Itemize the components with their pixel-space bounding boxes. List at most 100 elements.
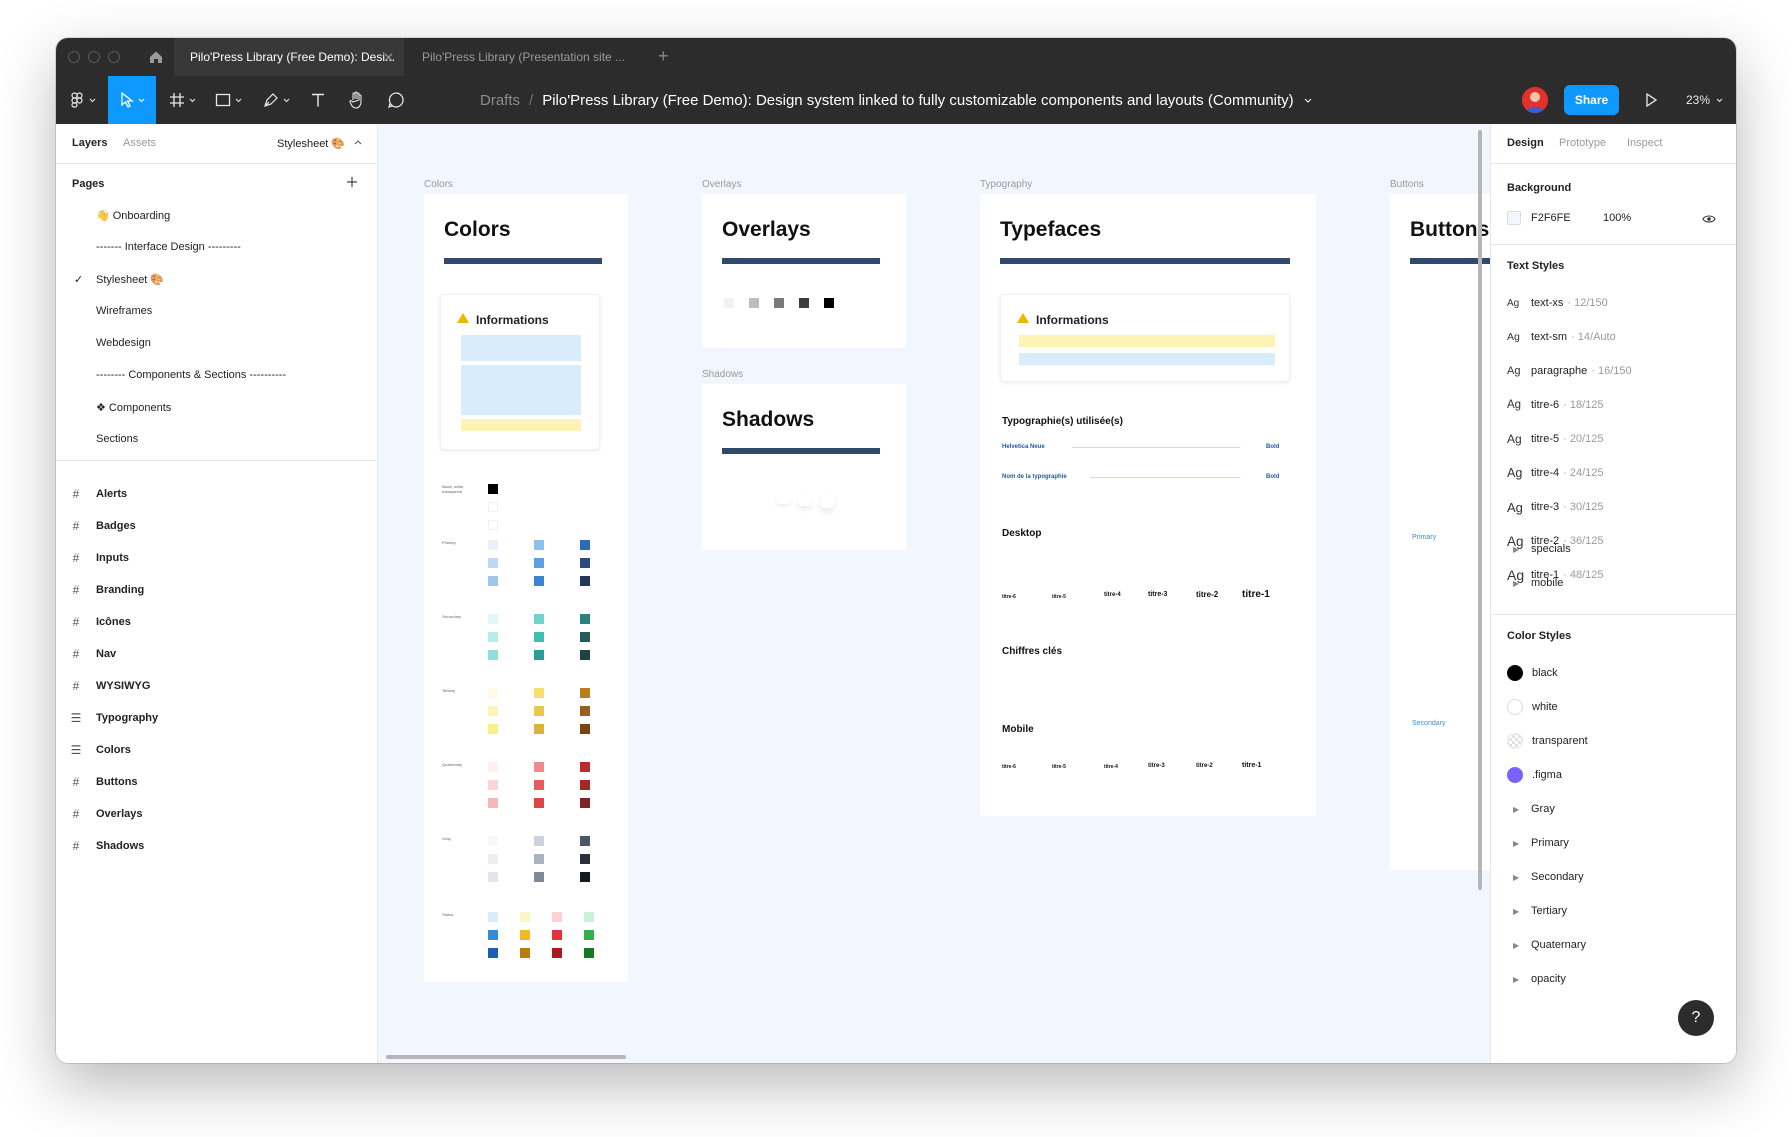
page-item-wireframes[interactable]: Wireframes bbox=[96, 305, 152, 317]
maximize-window-button[interactable] bbox=[108, 51, 120, 63]
home-icon[interactable] bbox=[146, 47, 166, 67]
text-tool-button[interactable] bbox=[302, 76, 334, 124]
frame-label-colors[interactable]: Colors bbox=[424, 179, 453, 190]
page-selector[interactable]: Stylesheet 🎨 bbox=[277, 137, 345, 150]
tab-assets[interactable]: Assets bbox=[123, 137, 156, 149]
color-swatch bbox=[488, 854, 498, 864]
chevron-down-icon[interactable] bbox=[1304, 98, 1312, 103]
buttons-frame[interactable]: Buttons Primary Secondary bbox=[1390, 194, 1490, 870]
overlays-frame[interactable]: Overlays bbox=[702, 194, 906, 348]
comment-tool-button[interactable] bbox=[380, 76, 412, 124]
colors-frame[interactable]: Colors Informations Black, white, transp… bbox=[424, 194, 628, 982]
mobile-title-sample: titre-5 bbox=[1052, 764, 1066, 770]
text-style-group[interactable]: ▶ specials bbox=[1507, 540, 1571, 558]
tab-design[interactable]: Design bbox=[1507, 137, 1544, 149]
text-style-group[interactable]: ▶ mobile bbox=[1507, 574, 1563, 592]
layer-item-alerts[interactable]: # Alerts bbox=[56, 480, 377, 508]
text-style-item[interactable]: Ag titre-4 · 24/125 bbox=[1507, 464, 1604, 482]
layer-item-colors[interactable]: ☰ Colors bbox=[56, 736, 377, 764]
layer-item-badges[interactable]: # Badges bbox=[56, 512, 377, 540]
color-style-item[interactable]: .figma bbox=[1507, 766, 1562, 784]
close-window-button[interactable] bbox=[68, 51, 80, 63]
info-block bbox=[461, 335, 581, 361]
pen-tool-button[interactable] bbox=[254, 76, 298, 124]
chevron-up-icon[interactable] bbox=[354, 140, 362, 145]
help-button[interactable]: ? bbox=[1678, 1000, 1714, 1036]
tab-presentation-file[interactable]: Pilo'Press Library (Presentation site ..… bbox=[406, 38, 646, 76]
text-style-item[interactable]: Ag titre-6 · 18/125 bbox=[1507, 396, 1604, 414]
color-style-group[interactable]: ▶ Gray bbox=[1507, 800, 1555, 818]
layer-item-buttons[interactable]: # Buttons bbox=[56, 768, 377, 796]
page-item-components-sections[interactable]: -------- Components & Sections ---------… bbox=[96, 369, 286, 381]
page-item-webdesign[interactable]: Webdesign bbox=[96, 337, 151, 349]
shape-tool-button[interactable] bbox=[206, 76, 250, 124]
color-style-group[interactable]: ▶ Secondary bbox=[1507, 868, 1584, 886]
text-style-item[interactable]: Ag titre-5 · 20/125 bbox=[1507, 430, 1604, 448]
layer-item-overlays[interactable]: # Overlays bbox=[56, 800, 377, 828]
page-item-sections[interactable]: Sections bbox=[96, 433, 138, 445]
page-item-components[interactable]: ❖ Components bbox=[96, 401, 171, 414]
add-page-icon[interactable] bbox=[346, 176, 358, 188]
typography-frame[interactable]: Typefaces Informations Typographie(s) ut… bbox=[980, 194, 1316, 816]
text-style-preview-icon: Ag bbox=[1507, 399, 1522, 411]
move-tool-button[interactable] bbox=[108, 76, 156, 124]
present-play-icon[interactable] bbox=[1644, 91, 1658, 109]
text-style-item[interactable]: Ag text-xs · 12/150 bbox=[1507, 294, 1608, 312]
main-menu-button[interactable] bbox=[62, 76, 102, 124]
layer-item-nav[interactable]: # Nav bbox=[56, 640, 377, 668]
background-hex-input[interactable]: F2F6FE bbox=[1531, 212, 1571, 224]
color-style-item[interactable]: black bbox=[1507, 664, 1558, 682]
breadcrumb-separator: / bbox=[529, 91, 534, 109]
layer-item-typography[interactable]: ☰ Typography bbox=[56, 704, 377, 732]
hand-tool-button[interactable] bbox=[340, 76, 372, 124]
color-style-group[interactable]: ▶ Quaternary bbox=[1507, 936, 1586, 954]
avatar[interactable] bbox=[1522, 87, 1548, 113]
tab-inspect[interactable]: Inspect bbox=[1627, 137, 1662, 149]
canvas[interactable]: Colors Colors Informations Black, white,… bbox=[378, 124, 1490, 1063]
frame-label-buttons[interactable]: Buttons bbox=[1390, 179, 1424, 190]
layer-label: Colors bbox=[96, 744, 131, 756]
color-style-name: .figma bbox=[1532, 769, 1562, 781]
background-color-swatch[interactable] bbox=[1507, 211, 1521, 225]
color-style-item[interactable]: white bbox=[1507, 698, 1558, 716]
close-tab-icon[interactable]: ✕ bbox=[383, 50, 394, 66]
layer-item-shadows[interactable]: # Shadows bbox=[56, 832, 377, 860]
frame-label-typography[interactable]: Typography bbox=[980, 179, 1032, 190]
layer-item-wysiwyg[interactable]: # WYSIWYG bbox=[56, 672, 377, 700]
info-block bbox=[1019, 353, 1275, 365]
shadows-frame[interactable]: Shadows bbox=[702, 384, 906, 550]
share-button[interactable]: Share bbox=[1564, 85, 1619, 115]
frame-label-overlays[interactable]: Overlays bbox=[702, 179, 741, 190]
layer-item-inputs[interactable]: # Inputs bbox=[56, 544, 377, 572]
frame-label-shadows[interactable]: Shadows bbox=[702, 369, 743, 380]
new-tab-button[interactable]: + bbox=[658, 46, 669, 67]
page-item-interface-design[interactable]: ------- Interface Design --------- bbox=[96, 241, 241, 253]
layer-item-branding[interactable]: # Branding bbox=[56, 576, 377, 604]
eye-icon[interactable] bbox=[1702, 214, 1716, 224]
horizontal-scrollbar[interactable] bbox=[386, 1055, 626, 1059]
color-style-group[interactable]: ▶ Tertiary bbox=[1507, 902, 1567, 920]
file-name[interactable]: Pilo'Press Library (Free Demo): Design s… bbox=[542, 92, 1293, 109]
tab-layers[interactable]: Layers bbox=[72, 137, 107, 149]
rectangle-icon bbox=[215, 93, 230, 107]
text-style-item[interactable]: Ag paragraphe · 16/150 bbox=[1507, 362, 1632, 380]
color-style-group[interactable]: ▶ Primary bbox=[1507, 834, 1569, 852]
page-item-stylesheet[interactable]: Stylesheet 🎨 bbox=[96, 273, 164, 286]
chevron-right-icon: ▶ bbox=[1513, 940, 1520, 950]
layer-item-icones[interactable]: # Icônes bbox=[56, 608, 377, 636]
drafts-link[interactable]: Drafts bbox=[480, 92, 520, 109]
text-style-item[interactable]: Ag text-sm · 14/Auto bbox=[1507, 328, 1616, 346]
background-opacity-input[interactable]: 100% bbox=[1603, 212, 1631, 224]
tab-active-file[interactable]: Pilo'Press Library (Free Demo): Desi... … bbox=[174, 38, 404, 76]
frame-icon: # bbox=[72, 647, 80, 661]
vertical-scrollbar[interactable] bbox=[1478, 130, 1482, 890]
text-style-item[interactable]: Ag titre-3 · 30/125 bbox=[1507, 498, 1604, 516]
tab-prototype[interactable]: Prototype bbox=[1559, 137, 1606, 149]
frame-tool-button[interactable] bbox=[160, 76, 204, 124]
color-style-group[interactable]: ▶ opacity bbox=[1507, 970, 1566, 988]
color-swatch bbox=[584, 930, 594, 940]
color-style-item[interactable]: transparent bbox=[1507, 732, 1588, 750]
page-item-onboarding[interactable]: 👋 Onboarding bbox=[96, 209, 170, 222]
zoom-dropdown[interactable]: 23% bbox=[1686, 76, 1723, 124]
minimize-window-button[interactable] bbox=[88, 51, 100, 63]
